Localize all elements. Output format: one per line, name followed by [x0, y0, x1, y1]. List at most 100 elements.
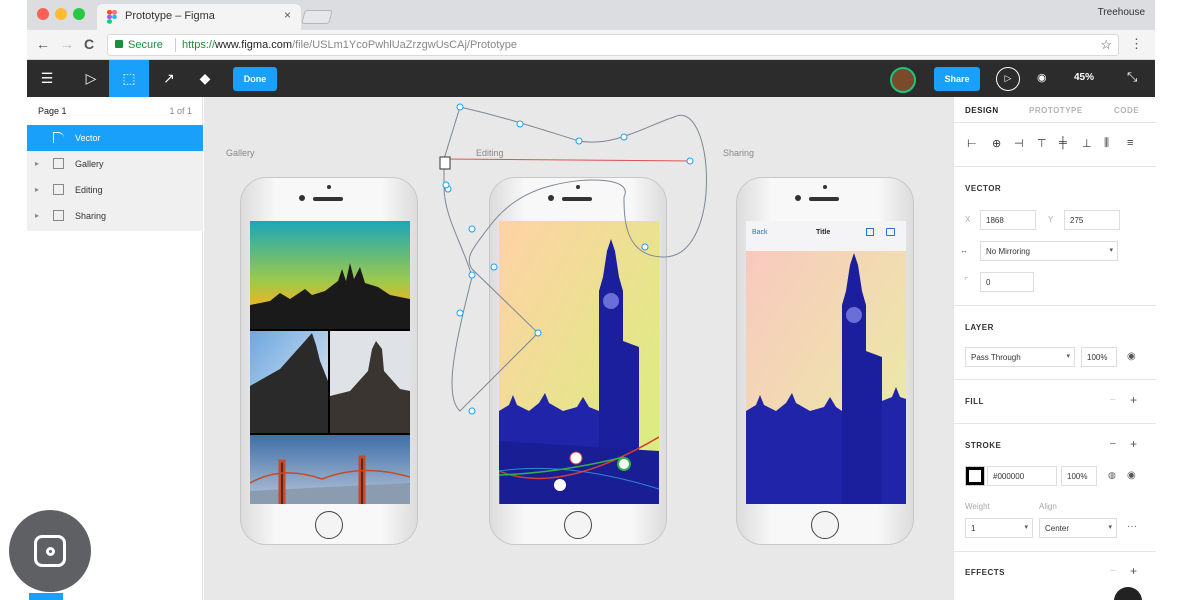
url-protocol: https:// — [182, 39, 216, 51]
layer-label: Vector — [75, 133, 101, 143]
more-options-icon[interactable]: ··· — [1127, 521, 1137, 532]
chevron-down-icon: ▾ — [1024, 524, 1028, 531]
align-top-icon[interactable]: ⊤ — [1037, 137, 1047, 150]
minimize-window-button[interactable] — [55, 8, 67, 20]
layer-item-editing[interactable]: ▸ Editing — [27, 177, 203, 203]
tab-design[interactable]: DESIGN — [965, 106, 999, 115]
resize-icon[interactable]: ⤡ — [1127, 69, 1137, 85]
profile-name[interactable]: Treehouse — [1098, 7, 1145, 18]
distribute-vertical-icon[interactable]: ≡ — [1127, 137, 1133, 149]
stroke-color-swatch[interactable] — [965, 466, 985, 486]
stroke-visibility-eye-icon[interactable]: ◉ — [1127, 470, 1136, 481]
align-middle-icon[interactable]: ╪ — [1059, 137, 1067, 149]
align-bottom-icon[interactable]: ⊥ — [1082, 137, 1092, 150]
frame-icon — [53, 184, 64, 195]
url-field[interactable]: Secure https://www.figma.com/file/USLm1Y… — [107, 34, 1119, 56]
present-play-icon[interactable]: ▷ — [996, 67, 1020, 91]
layer-item-vector[interactable]: Vector — [27, 125, 203, 151]
url-path: /file/USLm1YcoPwhlUaZrzgwUsCAj/Prototype — [292, 39, 518, 51]
add-stroke-icon[interactable]: + — [1130, 437, 1137, 451]
remove-stroke-icon[interactable]: – — [1110, 438, 1116, 449]
section-divider — [954, 423, 1156, 424]
stroke-align-select[interactable]: Center ▾ — [1039, 518, 1117, 538]
frame-icon — [53, 210, 64, 221]
lens-dot-icon — [46, 547, 55, 556]
align-right-icon[interactable]: ⊣ — [1014, 137, 1024, 150]
figma-toolbar: ☰ ▷ ⬚ ↗ ◆ Done Share ▷ ◉ 45% ⤡ — [27, 60, 1155, 97]
help-bubble-button[interactable] — [1114, 587, 1142, 600]
pen-tool-icon[interactable]: ↗ — [149, 60, 189, 97]
layer-label: Sharing — [75, 211, 107, 221]
screenshot-root: Prototype – Figma × Treehouse ← → C Secu… — [0, 0, 1200, 600]
bookmark-star-icon[interactable]: ☆ — [1100, 37, 1112, 53]
expand-caret-icon[interactable]: ▸ — [35, 185, 39, 194]
layer-item-sharing[interactable]: ▸ Sharing — [27, 203, 203, 229]
align-left-icon[interactable]: ⊢ — [967, 137, 977, 150]
close-window-button[interactable] — [37, 8, 49, 20]
stroke-style-icon[interactable]: ◍ — [1108, 470, 1116, 481]
fill-section-title: FILL — [965, 397, 984, 406]
mirroring-icon: ↔ — [960, 246, 968, 255]
effect-style-icon[interactable]: – — [1110, 565, 1116, 576]
avatar[interactable] — [890, 67, 916, 93]
add-effect-icon[interactable]: + — [1130, 564, 1137, 578]
expand-caret-icon[interactable]: ▸ — [35, 211, 39, 220]
align-center-horizontal-icon[interactable]: ⊕ — [992, 137, 1001, 150]
new-tab-button[interactable] — [301, 10, 333, 24]
browser-menu-icon[interactable]: ⋮ — [1130, 36, 1143, 52]
mirroring-value: No Mirroring — [986, 247, 1031, 256]
distribute-horizontal-icon[interactable]: ⫼ — [1104, 137, 1109, 150]
chevron-down-icon: ▾ — [1066, 353, 1070, 360]
vector-icon — [53, 132, 64, 143]
stroke-align-value: Center — [1045, 524, 1070, 533]
tab-close-icon[interactable]: × — [284, 8, 291, 22]
page-name: Page 1 — [38, 106, 67, 116]
stroke-weight-select[interactable]: 1 ▾ — [965, 518, 1033, 538]
back-icon[interactable]: ← — [36, 36, 50, 52]
vector-anchor-points[interactable] — [442, 103, 694, 415]
browser-address-bar: ← → C Secure https://www.figma.com/file/… — [27, 30, 1155, 60]
y-label: Y — [1048, 215, 1054, 224]
stroke-color-field[interactable]: #000000 — [987, 466, 1057, 486]
chevron-down-icon: ▾ — [1108, 524, 1112, 531]
frame-tool-icon[interactable]: ⬚ — [109, 60, 149, 97]
share-button[interactable]: Share — [934, 67, 980, 91]
reload-icon[interactable]: C — [84, 36, 94, 52]
secure-label: Secure — [128, 39, 163, 51]
effects-section-title: EFFECTS — [965, 568, 1005, 577]
layer-item-gallery[interactable]: ▸ Gallery — [27, 151, 203, 177]
visibility-eye-icon[interactable]: ◉ — [1127, 351, 1136, 362]
browser-tab[interactable]: Prototype – Figma × — [97, 4, 301, 30]
design-canvas[interactable]: Gallery Editing Sharing Back Title — [204, 97, 953, 600]
layer-section-title: LAYER — [965, 323, 994, 332]
expand-caret-icon[interactable]: ▸ — [35, 159, 39, 168]
corner-radius-field[interactable]: 0 — [980, 272, 1034, 292]
maximize-window-button[interactable] — [73, 8, 85, 20]
tab-code[interactable]: CODE — [1114, 106, 1139, 115]
forward-icon[interactable]: → — [60, 36, 74, 52]
frame-icon — [53, 158, 64, 169]
blend-mode-select[interactable]: Pass Through ▾ — [965, 347, 1075, 367]
x-position-field[interactable]: 1868 — [980, 210, 1036, 230]
add-fill-icon[interactable]: + — [1130, 393, 1137, 407]
properties-tabs: DESIGN PROTOTYPE CODE — [954, 97, 1156, 123]
layer-opacity-field[interactable]: 100% — [1081, 347, 1117, 367]
y-position-field[interactable]: 275 — [1064, 210, 1120, 230]
stroke-opacity-field[interactable]: 100% — [1061, 466, 1097, 486]
fill-tool-icon[interactable]: ◆ — [185, 60, 225, 97]
vector-path-overlay[interactable] — [204, 97, 953, 600]
move-tool-icon[interactable]: ▷ — [71, 60, 111, 97]
fill-style-icon[interactable]: – — [1110, 394, 1116, 405]
page-count: 1 of 1 — [169, 106, 192, 116]
view-options-icon[interactable]: ◉ — [1037, 71, 1047, 84]
mirroring-select[interactable]: No Mirroring ▾ — [980, 241, 1118, 261]
layer-label: Editing — [75, 185, 103, 195]
alignment-toolbar: ⊢ ⊕ ⊣ ⊤ ╪ ⊥ ⫼ ≡ — [954, 123, 1156, 167]
url-text: https://www.figma.com/file/USLm1YcoPwhlU… — [182, 39, 517, 51]
main-menu-icon[interactable]: ☰ — [27, 60, 67, 97]
zoom-level[interactable]: 45% — [1074, 72, 1094, 83]
done-button[interactable]: Done — [233, 67, 277, 91]
visual-search-button[interactable] — [9, 510, 91, 592]
tab-prototype[interactable]: PROTOTYPE — [1029, 106, 1083, 115]
page-selector[interactable]: Page 1 1 of 1 — [27, 97, 203, 125]
